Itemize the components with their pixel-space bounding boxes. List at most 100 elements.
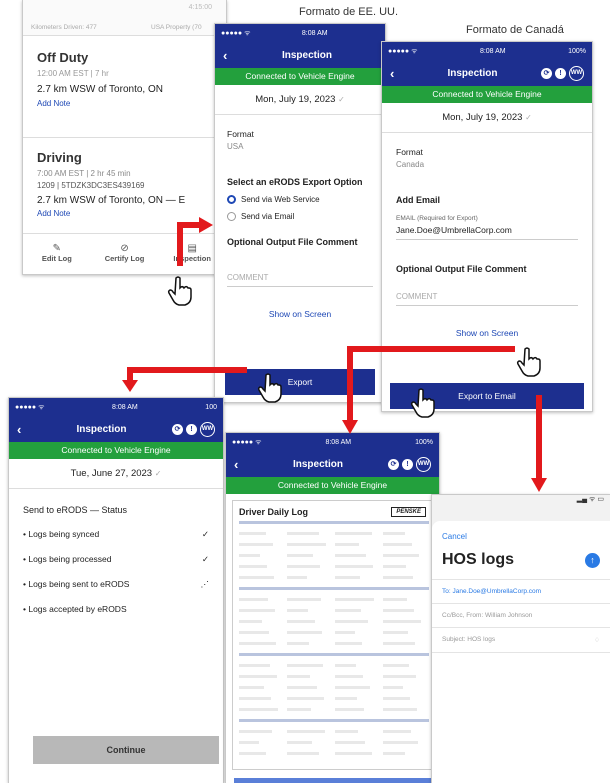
web-service-option[interactable]: Send via Web Service	[227, 195, 373, 204]
log-tab-bar: ✎ Edit Log ⊘ Certify Log ▤ Inspection	[23, 234, 226, 272]
check-circle-icon: ⊘	[120, 243, 129, 254]
date-selector[interactable]: Mon, July 19, 2023 ✓	[215, 85, 385, 115]
report-text-line	[335, 741, 365, 744]
report-text-line	[239, 719, 429, 722]
comment-input[interactable]: COMMENT	[227, 273, 373, 287]
avatar[interactable]: WW	[569, 65, 584, 81]
edit-log-tab[interactable]: ✎ Edit Log	[23, 243, 91, 263]
report-text-line	[287, 620, 315, 623]
status-bar: ●●●●● ᯤ 8:08 AM 100	[9, 398, 223, 416]
report-text-line	[239, 543, 273, 546]
sync-icon[interactable]: ⟳	[541, 67, 552, 79]
edit-log-label: Edit Log	[41, 254, 72, 263]
off-duty-entry[interactable]: Off Duty 12:00 AM EST | 7 hr 2.7 km WSW …	[23, 36, 226, 138]
avatar[interactable]: WW	[416, 456, 431, 472]
email-subject-field[interactable]: Subject: HOS logs ♢	[432, 628, 610, 653]
report-text-line	[287, 631, 322, 634]
send-arrow-icon[interactable]: ↑	[585, 552, 600, 568]
status-item-mark-icon: ⋰	[200, 579, 210, 589]
driving-add-note[interactable]: Add Note	[37, 209, 226, 218]
report-text-line	[239, 664, 270, 667]
email-subject-text: Subject: HOS logs	[442, 636, 496, 643]
status-item: • Logs being sent to eRODS ⋰	[23, 579, 209, 590]
off-duty-add-note[interactable]: Add Note	[37, 99, 226, 108]
engine-banner: Connected to Vehicle Engine	[215, 68, 385, 85]
report-text-line	[383, 598, 407, 601]
show-on-screen-link[interactable]: Show on Screen	[396, 328, 578, 338]
export-option-label: Select an eRODS Export Option	[227, 177, 363, 187]
sync-icon[interactable]: ⟳	[388, 458, 399, 470]
info-icon[interactable]: !	[555, 67, 566, 79]
date-selector[interactable]: Mon, July 19, 2023 ✓	[382, 103, 592, 133]
back-chevron-icon[interactable]: ‹	[390, 66, 404, 81]
email-option[interactable]: Send via Email	[227, 212, 373, 221]
driving-location: 2.7 km WSW of Toronto, ON — E	[37, 195, 186, 206]
email-cc-field[interactable]: Cc/Bcc, From: William Johnson	[432, 604, 610, 628]
show-on-screen-link[interactable]: Show on Screen	[227, 309, 373, 319]
report-text-line	[383, 697, 410, 700]
report-text-line	[287, 642, 309, 645]
email-option-label: Send via Email	[241, 212, 295, 221]
date-selector[interactable]: Tue, June 27, 2023 ✓	[9, 459, 223, 489]
report-text-line	[335, 565, 373, 568]
report-text-line	[383, 576, 413, 579]
certify-log-tab[interactable]: ⊘ Certify Log	[91, 243, 159, 263]
date-text: Mon, July 19, 2023	[255, 94, 336, 105]
report-text-line	[383, 554, 419, 557]
nav-bar: ‹ Inspection ⟳! WW	[226, 451, 439, 477]
report-text-line	[239, 587, 429, 590]
continue-button[interactable]: Continue	[33, 736, 219, 764]
email-cancel-button[interactable]: Cancel	[432, 521, 610, 541]
report-text-line	[287, 664, 323, 667]
flow-arrow-4-head	[531, 478, 547, 492]
report-text-line	[239, 609, 275, 612]
format-value: USA	[227, 142, 244, 151]
report-text-line	[287, 675, 310, 678]
nav-bar: ‹ Inspection ⟳! WW	[9, 416, 223, 442]
status-bar: ●●●●● ᯤ 8:08 AM 100%	[226, 433, 439, 451]
report-text-line	[239, 631, 269, 634]
info-icon[interactable]: !	[186, 423, 197, 435]
engine-banner: Connected to Vehicle Engine	[9, 442, 223, 459]
engine-banner: Connected to Vehicle Engine	[226, 477, 439, 494]
report-text-line	[335, 697, 357, 700]
back-chevron-icon[interactable]: ‹	[223, 48, 237, 63]
battery: 100	[205, 403, 217, 411]
report-text-line	[383, 620, 421, 623]
email-to-field[interactable]: To: Jane.Doe@UmbrellaCorp.com	[432, 580, 610, 604]
flow-arrow-1	[177, 222, 183, 266]
hand-pointer-icon	[257, 373, 282, 403]
nav-icons: ⟳! WW	[388, 456, 431, 472]
email-field[interactable]: Jane.Doe@UmbrellaCorp.com	[396, 225, 578, 240]
report-text-line	[335, 631, 355, 634]
bottom-button-edge	[234, 778, 431, 783]
report-text-line	[335, 543, 359, 546]
driving-entry[interactable]: Driving 7:00 AM EST | 2 hr 45 min 1209 |…	[23, 138, 226, 234]
off-duty-status: Off Duty	[37, 50, 89, 65]
flow-arrow-2	[127, 367, 247, 373]
report-text-line	[383, 752, 405, 755]
hand-pointer-icon	[410, 388, 435, 418]
email-status-bar: ▂▄ ᯤ ▭	[576, 496, 604, 503]
off-duty-time: 12:00 AM EST | 7 hr	[37, 69, 109, 78]
info-icon[interactable]: !	[402, 458, 413, 470]
nav-title: Inspection	[447, 67, 498, 79]
back-chevron-icon[interactable]: ‹	[234, 457, 248, 472]
format-label: Format	[396, 147, 423, 157]
avatar[interactable]: WW	[200, 421, 215, 437]
driving-status: Driving	[37, 150, 82, 165]
report-text-line	[335, 576, 360, 579]
comment-input[interactable]: COMMENT	[396, 292, 578, 306]
comment-label: Optional Output File Comment	[227, 237, 358, 247]
sync-icon[interactable]: ⟳	[172, 423, 183, 435]
driver-log-screen: 4:15:00 Kilometers Driven: 477 USA Prope…	[22, 0, 227, 275]
nav-title: Inspection	[292, 458, 343, 470]
report-text-line	[383, 543, 412, 546]
battery: 100%	[415, 438, 433, 446]
report-text-line	[335, 554, 366, 557]
pencil-icon: ✎	[52, 243, 62, 254]
back-chevron-icon[interactable]: ‹	[17, 422, 31, 437]
report-text-line	[287, 543, 326, 546]
report-text-line	[287, 565, 320, 568]
report-text-line	[287, 532, 319, 535]
